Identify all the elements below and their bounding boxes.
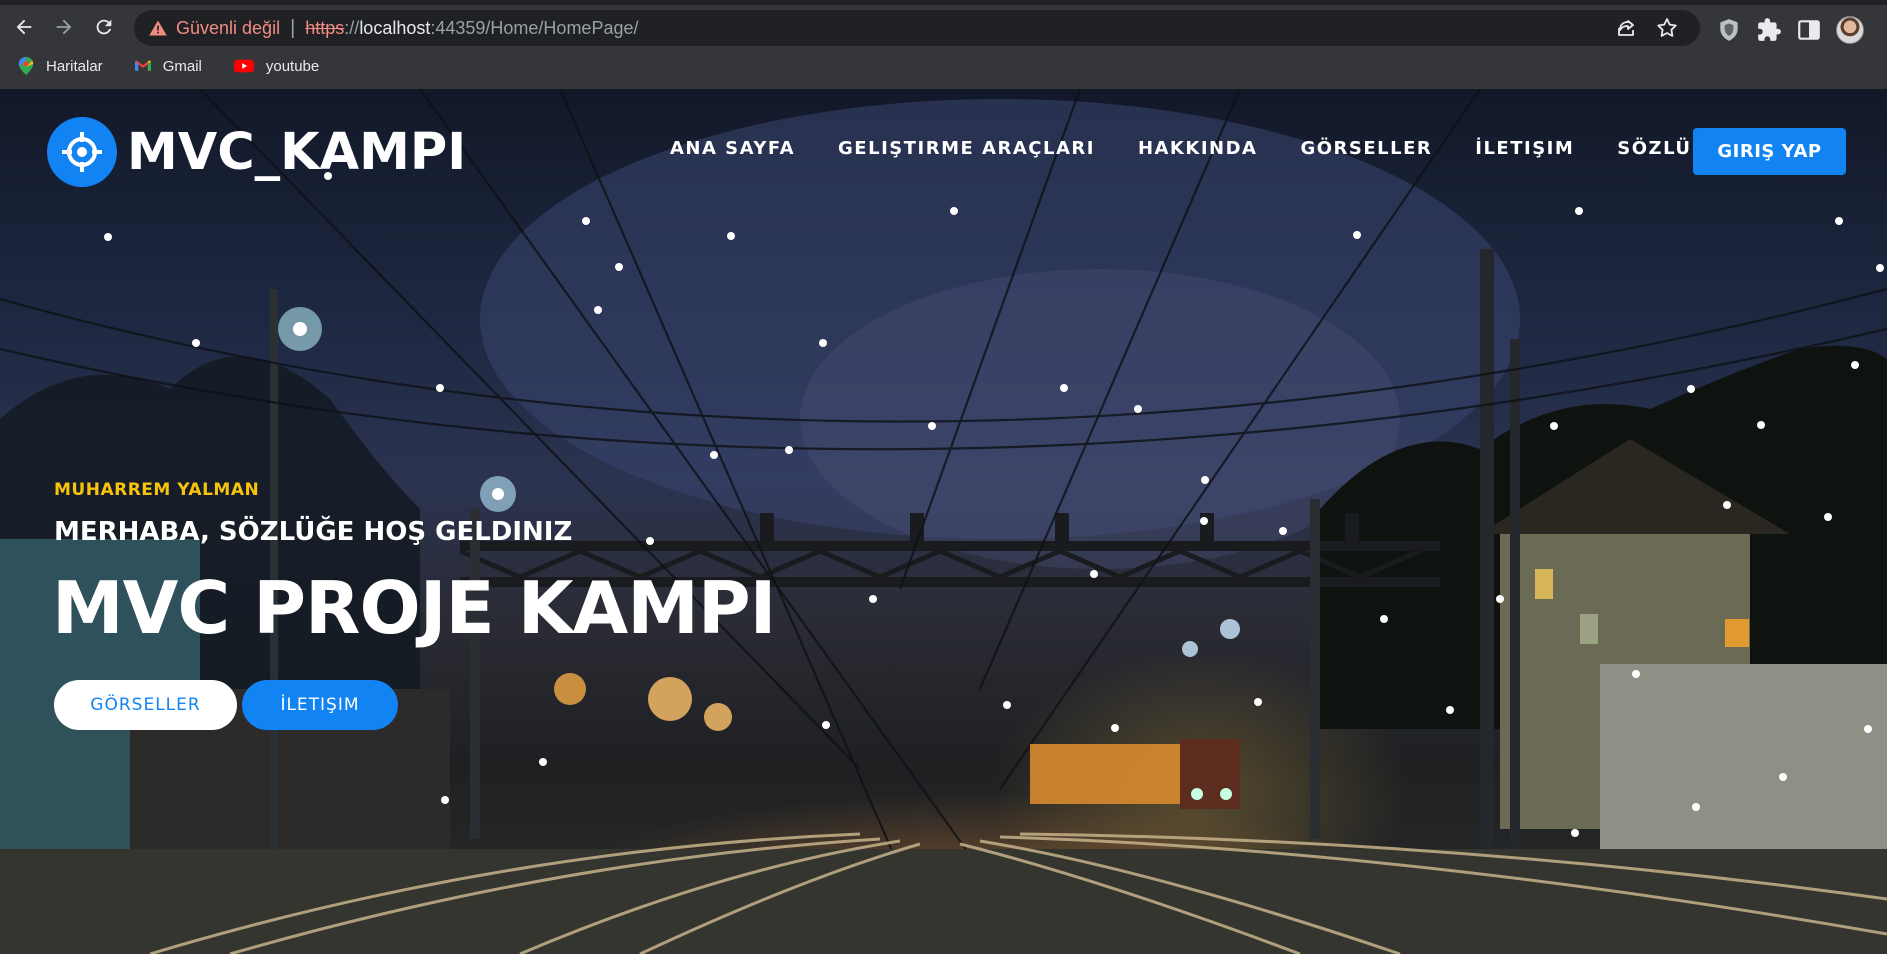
main-nav: ANA SAYFA GELIŞTIRME ARAÇLARI HAKKINDA G…	[627, 125, 1707, 173]
arrow-left-icon	[16, 19, 32, 35]
share-icon[interactable]	[1615, 16, 1639, 40]
browser-toolbar: Güvenli değil | https://localhost:44359/…	[0, 5, 1887, 47]
url-scheme-separator: ://	[344, 17, 360, 38]
bookmark-label: youtube	[265, 57, 320, 75]
nav-gelistirme-araclari[interactable]: GELIŞTIRME ARAÇLARI	[838, 125, 1095, 173]
login-button[interactable]: GIRIŞ YAP	[1693, 128, 1846, 175]
shield-extension-icon[interactable]	[1716, 17, 1742, 43]
youtube-icon	[233, 59, 254, 73]
reload-button[interactable]	[89, 12, 119, 42]
brand-name: MVC_KAMPI	[127, 122, 467, 182]
address-bar[interactable]: Güvenli değil | https://localhost:44359/…	[134, 10, 1700, 46]
url-host: localhost	[359, 17, 431, 38]
hero-welcome: MERHABA, SÖZLÜĞE HOŞ GELDINIZ	[54, 517, 573, 547]
forward-button[interactable]	[49, 12, 79, 42]
reload-icon	[96, 19, 112, 35]
warning-icon	[149, 20, 167, 36]
bookmark-haritalar[interactable]: Haritalar	[18, 57, 103, 75]
brand-logo	[47, 117, 117, 187]
iletisim-button[interactable]: İLETIŞIM	[242, 680, 398, 730]
nav-iletisim[interactable]: İLETIŞIM	[1475, 125, 1574, 173]
url-text[interactable]: https://localhost:44359/Home/HomePage/	[305, 18, 638, 39]
side-panel-icon[interactable]	[1796, 17, 1822, 43]
bookmark-label: Gmail	[162, 57, 202, 75]
address-separator: |	[290, 16, 296, 39]
hero-title: MVC PROJE KAMPI	[52, 566, 776, 650]
browser-chrome: Güvenli değil | https://localhost:44359/…	[0, 0, 1887, 89]
nav-hakkinda[interactable]: HAKKINDA	[1138, 125, 1258, 173]
crosshair-icon	[62, 132, 102, 172]
maps-icon	[18, 57, 34, 75]
hero-author: MUHARREM YALMAN	[54, 480, 260, 500]
back-button[interactable]	[9, 12, 39, 42]
arrow-right-icon	[56, 19, 72, 35]
gorseller-button[interactable]: GÖRSELLER	[54, 680, 237, 730]
puzzle-icon[interactable]	[1756, 17, 1782, 43]
bookmark-star-icon[interactable]	[1655, 16, 1679, 40]
profile-avatar[interactable]	[1836, 16, 1864, 44]
hero-section: MVC_KAMPI ANA SAYFA GELIŞTIRME ARAÇLARI …	[0, 89, 1887, 954]
security-label[interactable]: Güvenli değil	[176, 18, 280, 39]
site-brand[interactable]: MVC_KAMPI	[47, 117, 466, 187]
bookmark-label: Haritalar	[46, 57, 103, 75]
nav-gorseller[interactable]: GÖRSELLER	[1300, 125, 1432, 173]
nav-ana-sayfa[interactable]: ANA SAYFA	[670, 125, 795, 173]
bookmarks-bar: Haritalar Gmail youtube	[0, 50, 1887, 82]
gmail-icon	[134, 60, 151, 71]
url-scheme: https	[305, 17, 345, 38]
bookmark-youtube[interactable]: youtube	[233, 57, 320, 75]
url-path: :44359/Home/HomePage/	[430, 17, 639, 38]
bookmark-gmail[interactable]: Gmail	[134, 57, 202, 75]
